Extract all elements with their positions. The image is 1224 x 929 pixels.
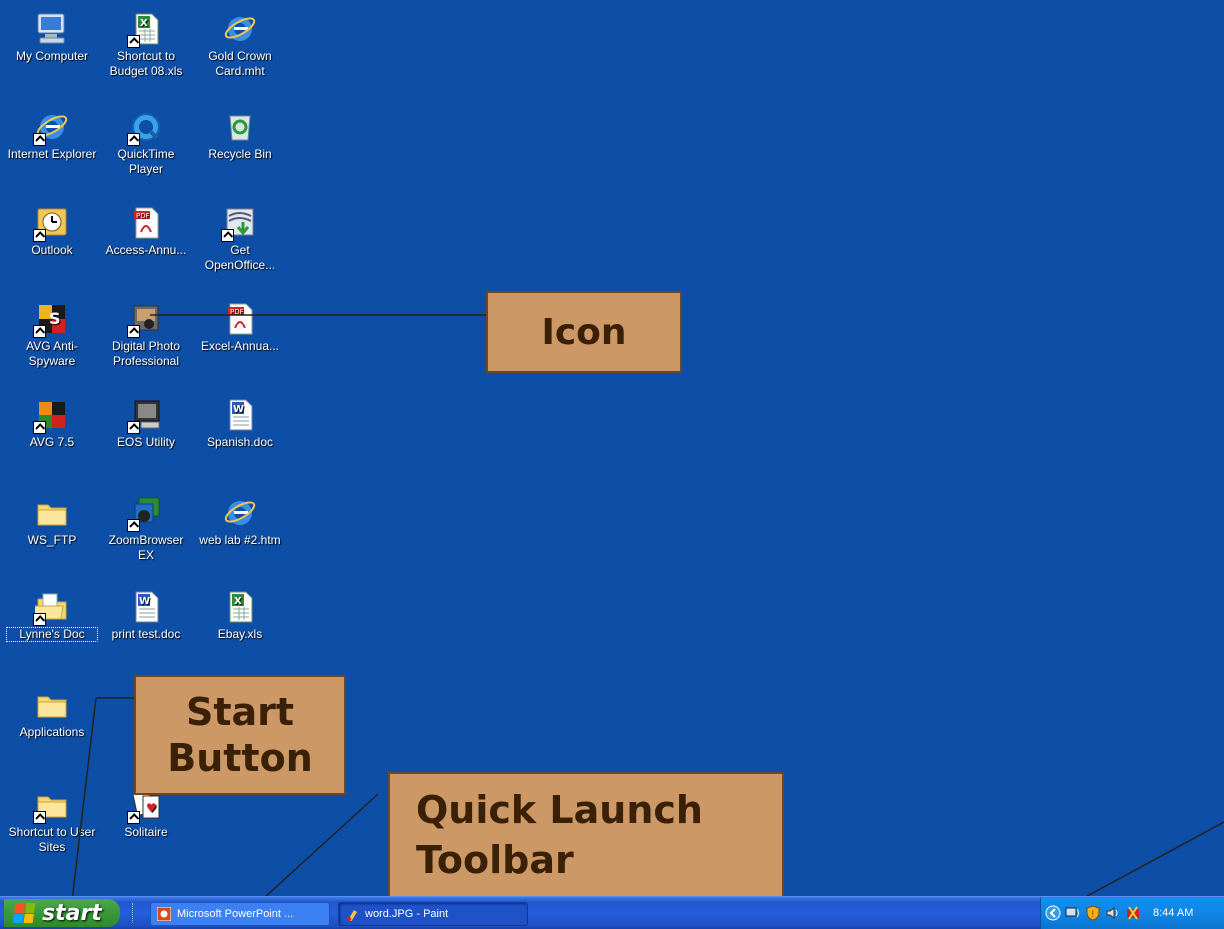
- callout-text: Icon: [541, 311, 627, 353]
- svg-text:!: !: [1091, 910, 1095, 920]
- network-icon[interactable]: [1065, 905, 1081, 921]
- paint-icon: [347, 910, 357, 921]
- callout-text: Quick Launch Toolbar: [416, 788, 703, 882]
- start-button-callout: Start Button: [134, 675, 346, 795]
- task-label: Microsoft PowerPoint ...: [177, 908, 294, 920]
- show-hidden-icons-chevron-icon[interactable]: [1045, 905, 1061, 921]
- security-shield-icon[interactable]: !: [1085, 905, 1101, 921]
- taskbar-item-powerpoint[interactable]: Microsoft PowerPoint ...: [150, 902, 330, 926]
- callout-text: Start Button: [167, 690, 313, 780]
- taskbar: start Microsoft PowerPoint ... word.JPG …: [0, 896, 1224, 929]
- task-label: word.JPG - Paint: [365, 908, 449, 920]
- windows-logo-icon: [12, 903, 36, 923]
- start-label: start: [42, 900, 102, 926]
- volume-speaker-icon[interactable]: [1105, 905, 1121, 921]
- quick-launch-callout: Quick Launch Toolbar: [388, 772, 784, 898]
- desktop[interactable]: My Computer Internet Explorer Outlook S …: [0, 0, 1224, 919]
- antivirus-tray-icon[interactable]: [1125, 905, 1141, 921]
- start-button[interactable]: start: [4, 899, 120, 927]
- clock[interactable]: 8:44 AM: [1153, 907, 1193, 919]
- system-tray: ! 8:44 AM: [1040, 897, 1224, 929]
- quick-launch-grip[interactable]: [132, 903, 136, 923]
- powerpoint-icon: [157, 907, 171, 921]
- taskbar-item-paint[interactable]: word.JPG - Paint: [338, 902, 528, 926]
- icon-callout: Icon: [486, 291, 682, 373]
- start-pointer-line: [69, 697, 97, 919]
